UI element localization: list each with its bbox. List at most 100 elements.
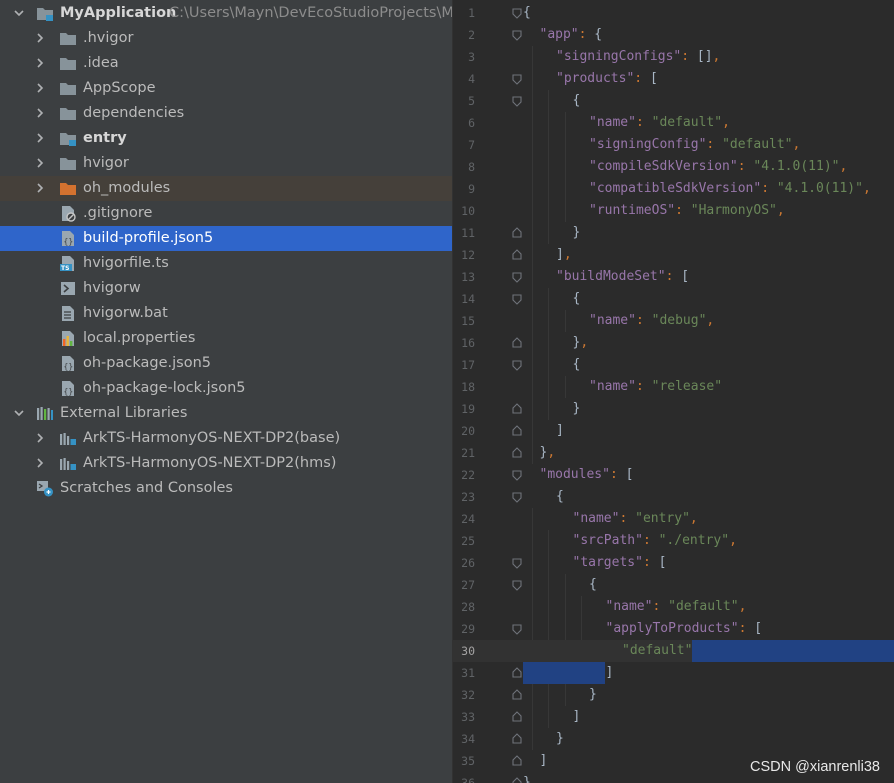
code-token-punc: ,: [839, 159, 848, 174]
watermark: CSDN @xianrenli38: [750, 759, 880, 775]
code-token-key: "applyToProducts": [605, 621, 739, 636]
fold-open-icon[interactable]: [511, 7, 523, 19]
code-token-brace: {: [572, 93, 581, 108]
chevron-down-icon[interactable]: [13, 7, 25, 19]
line-number: 1: [468, 6, 475, 20]
fold-close-icon[interactable]: [511, 755, 523, 767]
fold-close-icon[interactable]: [511, 447, 523, 459]
fold-open-icon[interactable]: [511, 579, 523, 591]
fold-open-icon[interactable]: [511, 293, 523, 305]
tree-item-entry[interactable]: entry: [0, 126, 452, 151]
fold-open-icon[interactable]: [511, 359, 523, 371]
tree-item-hvigor-dir[interactable]: .hvigor: [0, 26, 452, 51]
code-line: }: [573, 398, 581, 420]
chevron-right-icon[interactable]: [34, 132, 46, 144]
tree-item-scratches[interactable]: Scratches and Consoles: [0, 476, 452, 501]
code-token-str: "default": [622, 643, 693, 658]
code-token-punc: :: [665, 269, 682, 284]
fold-close-icon[interactable]: [511, 425, 523, 437]
tree-item-hvigorfile[interactable]: TS hvigorfile.ts: [0, 251, 452, 276]
tree-item-label: dependencies: [83, 105, 185, 121]
line-number: 33: [461, 710, 475, 724]
code-token-str: "4.1.0(11)": [776, 181, 863, 196]
line-number: 16: [461, 336, 475, 350]
fold-open-icon[interactable]: [511, 469, 523, 481]
indent-guide: [548, 288, 549, 420]
code-token-brace: }: [556, 731, 564, 746]
ignore-file-icon: [62, 206, 76, 222]
fold-open-icon[interactable]: [511, 491, 523, 503]
code-line: ]: [556, 420, 564, 442]
fold-close-icon[interactable]: [511, 711, 523, 723]
code-token-punc: ,: [580, 335, 589, 350]
tree-item-dependencies[interactable]: dependencies: [0, 101, 452, 126]
fold-close-icon[interactable]: [511, 733, 523, 745]
code-token-brace: ]: [556, 247, 564, 262]
root-label: MyApplication: [60, 5, 177, 21]
chevron-right-icon[interactable]: [34, 157, 46, 169]
text-selection: [523, 662, 605, 684]
tree-item-oh-package[interactable]: {} oh-package.json5: [0, 351, 452, 376]
tree-item-label: ArkTS-HarmonyOS-NEXT-DP2(hms): [83, 455, 337, 471]
fold-close-icon[interactable]: [511, 667, 523, 679]
code-token-punc: ,: [689, 511, 698, 526]
fold-open-icon[interactable]: [511, 557, 523, 569]
chevron-right-icon[interactable]: [34, 457, 46, 469]
code-token-punc: ,: [729, 533, 737, 548]
tree-item-hvigorw[interactable]: hvigorw: [0, 276, 452, 301]
module-folder-icon: [60, 133, 76, 146]
code-token-str: "entry": [635, 511, 690, 526]
code-token-punc: :: [634, 71, 650, 86]
tree-item-label: oh_modules: [83, 180, 171, 196]
line-number: 18: [461, 380, 475, 394]
fold-open-icon[interactable]: [511, 95, 523, 107]
chevron-right-icon[interactable]: [34, 107, 46, 119]
tree-item-sdk-base[interactable]: ArkTS-HarmonyOS-NEXT-DP2(base): [0, 426, 452, 451]
tree-item-oh-package-lock[interactable]: {} oh-package-lock.json5: [0, 376, 452, 401]
code-editor[interactable]: 1{2 "app": {3 "signingConfigs": [], 4 "produ…: [453, 0, 894, 783]
line-number: 34: [461, 732, 475, 746]
chevron-right-icon[interactable]: [34, 57, 46, 69]
svg-text:{}: {}: [64, 237, 74, 246]
code-line: },: [540, 442, 556, 464]
fold-close-icon[interactable]: [511, 337, 523, 349]
chevron-right-icon[interactable]: [34, 32, 46, 44]
folder-icon: [60, 108, 76, 120]
chevron-right-icon[interactable]: [34, 82, 46, 94]
tree-item-gitignore[interactable]: .gitignore: [0, 201, 452, 226]
code-line: {: [523, 2, 531, 24]
line-number: 29: [461, 622, 475, 636]
code-line: "name": "release": [589, 376, 722, 398]
fold-open-icon[interactable]: [511, 73, 523, 85]
fold-close-icon[interactable]: [511, 689, 523, 701]
scratches-icon: [37, 481, 53, 497]
tree-item-oh-modules[interactable]: oh_modules: [0, 176, 452, 201]
tree-item-external-libraries[interactable]: External Libraries: [0, 401, 452, 426]
tree-item-local-properties[interactable]: local.properties: [0, 326, 452, 351]
fold-open-icon[interactable]: [511, 623, 523, 635]
tree-root-myapplication[interactable]: MyApplication C:\Users\Mayn\DevEcoStudio…: [0, 1, 452, 26]
code-token-key: "signingConfig": [589, 137, 707, 152]
fold-open-icon[interactable]: [511, 271, 523, 283]
tree-item-build-profile[interactable]: {} build-profile.json5: [0, 226, 452, 251]
line-number: 25: [461, 534, 475, 548]
fold-close-icon[interactable]: [511, 777, 523, 783]
tree-item-hvigorw-bat[interactable]: hvigorw.bat: [0, 301, 452, 326]
tree-item-hvigor[interactable]: hvigor: [0, 151, 452, 176]
tree-item-idea[interactable]: .idea: [0, 51, 452, 76]
fold-close-icon[interactable]: [511, 227, 523, 239]
chevron-down-icon[interactable]: [13, 407, 25, 419]
code-token-brace: }: [589, 687, 597, 702]
code-line: "targets": [: [573, 552, 667, 574]
properties-file-icon: [62, 331, 74, 346]
line-number: 32: [461, 688, 475, 702]
fold-close-icon[interactable]: [511, 249, 523, 261]
chevron-right-icon[interactable]: [34, 182, 46, 194]
fold-open-icon[interactable]: [511, 29, 523, 41]
code-line: "compileSdkVersion": "4.1.0(11)",: [589, 156, 847, 178]
tree-item-sdk-hms[interactable]: ArkTS-HarmonyOS-NEXT-DP2(hms): [0, 451, 452, 476]
fold-close-icon[interactable]: [511, 403, 523, 415]
indent-guide: [531, 46, 533, 464]
tree-item-appscope[interactable]: AppScope: [0, 76, 452, 101]
chevron-right-icon[interactable]: [34, 432, 46, 444]
